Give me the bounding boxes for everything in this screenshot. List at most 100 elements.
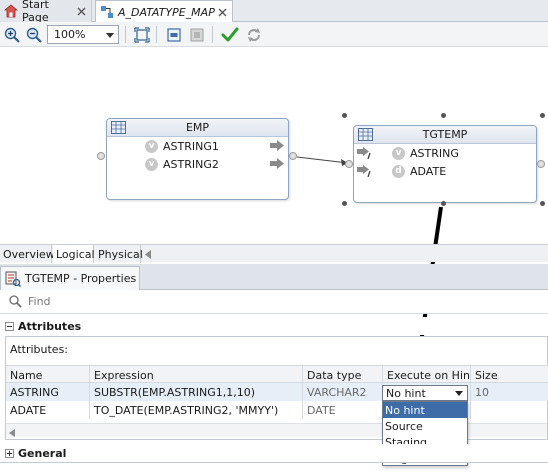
tab-label: A_DATATYPE_MAP bbox=[118, 5, 215, 19]
tab-logical[interactable]: Logical bbox=[53, 245, 95, 263]
input-port[interactable] bbox=[345, 160, 353, 168]
input-expression-icon bbox=[357, 147, 373, 162]
chevron-down-icon bbox=[106, 33, 114, 38]
source-datastore-emp[interactable]: EMP v ASTRING1 v ASTRING2 bbox=[106, 118, 289, 200]
validate-checkmark-icon[interactable] bbox=[220, 25, 239, 44]
mapping-canvas[interactable]: EMP v ASTRING1 v ASTRING2 TGTEMP v ASTRI… bbox=[0, 47, 548, 244]
tab-physical[interactable]: Physical bbox=[95, 245, 143, 263]
cell-datatype: VARCHAR2 bbox=[303, 383, 383, 401]
find-placeholder: Find bbox=[28, 295, 51, 308]
attribute-row[interactable]: v ASTRING2 bbox=[107, 155, 288, 173]
selection-handle[interactable] bbox=[441, 113, 446, 118]
close-icon[interactable] bbox=[217, 7, 228, 18]
hint-selected-value: No hint bbox=[386, 386, 426, 400]
attributes-label: Attributes: bbox=[10, 343, 69, 356]
toolbar-separator bbox=[125, 26, 126, 43]
cell-name[interactable]: ASTRING bbox=[6, 383, 90, 401]
diagram-view-tabs: Overview Logical Physical bbox=[0, 244, 548, 263]
datastore-name: TGTEMP bbox=[422, 128, 468, 141]
home-icon bbox=[4, 4, 18, 18]
column-header-execute-on-hint[interactable]: Execute on Hint bbox=[383, 366, 471, 384]
attribute-name: ASTRING bbox=[410, 146, 459, 160]
attribute-row[interactable]: v ASTRING bbox=[354, 144, 536, 162]
column-header-size[interactable]: Size bbox=[471, 366, 548, 384]
fit-to-window-icon[interactable] bbox=[132, 25, 151, 44]
refresh-icon bbox=[244, 25, 263, 44]
diagram-toolbar: 100% bbox=[0, 22, 548, 47]
search-icon bbox=[8, 295, 22, 309]
zoom-in-icon[interactable] bbox=[2, 25, 21, 44]
column-header-name[interactable]: Name bbox=[6, 366, 90, 384]
selection-handle[interactable] bbox=[540, 201, 545, 206]
table-grid-icon bbox=[111, 121, 126, 137]
table-grid-icon bbox=[358, 128, 373, 144]
properties-icon bbox=[5, 271, 21, 287]
mapping-icon bbox=[100, 5, 114, 19]
tab-label: Logical bbox=[56, 247, 95, 261]
attribute-row[interactable]: d ADATE bbox=[354, 162, 536, 180]
selection-handle[interactable] bbox=[540, 113, 545, 118]
zoom-out-icon[interactable] bbox=[24, 25, 43, 44]
input-port[interactable] bbox=[97, 152, 105, 160]
cell-size bbox=[471, 401, 548, 419]
execute-on-hint-select[interactable]: No hint bbox=[382, 385, 468, 401]
chevron-down-icon bbox=[455, 391, 463, 396]
tab-start-page[interactable]: Start Page bbox=[0, 0, 92, 24]
cell-expression[interactable]: TO_DATE(EMP.ASTRING2, 'MMYY') bbox=[90, 401, 303, 419]
close-icon[interactable] bbox=[76, 6, 87, 17]
toolbar-separator bbox=[156, 26, 157, 43]
output-arrow-icon bbox=[270, 158, 284, 172]
attribute-row[interactable]: v ASTRING1 bbox=[107, 137, 288, 155]
zoom-level-select[interactable]: 100% bbox=[47, 25, 119, 44]
input-expression-icon bbox=[357, 165, 373, 180]
tab-label: Physical bbox=[98, 247, 143, 261]
column-header-expression[interactable]: Expression bbox=[90, 366, 303, 384]
toolbar-separator bbox=[212, 26, 213, 43]
selection-handle[interactable] bbox=[441, 201, 446, 206]
target-datastore-tgtemp[interactable]: TGTEMP v ASTRING d ADATE bbox=[353, 125, 537, 203]
attribute-type-badge: v bbox=[392, 146, 405, 160]
attributes-section-header[interactable]: Attributes bbox=[0, 317, 548, 335]
scroll-left-arrow-icon[interactable] bbox=[145, 249, 151, 262]
editor-tab-bar: Start Page A_DATATYPE_MAP bbox=[0, 0, 548, 24]
cell-datatype: DATE bbox=[303, 401, 383, 419]
layout-icon[interactable] bbox=[164, 25, 183, 44]
panel-divider bbox=[0, 462, 548, 463]
cell-name[interactable]: ADATE bbox=[6, 401, 90, 419]
scroll-left-arrow-icon[interactable] bbox=[9, 427, 15, 440]
section-title: General bbox=[18, 446, 67, 460]
tab-overview[interactable]: Overview bbox=[0, 245, 55, 263]
attribute-type-badge: v bbox=[145, 139, 158, 153]
column-header-datatype[interactable]: Data type bbox=[303, 366, 383, 384]
section-title: Attributes bbox=[18, 319, 82, 333]
cell-expression[interactable]: SUBSTR(EMP.ASTRING1,1,10) bbox=[90, 383, 303, 401]
hint-option-no-hint[interactable]: No hint bbox=[383, 402, 467, 418]
properties-title: TGTEMP - Properties bbox=[25, 272, 137, 285]
output-arrow-icon bbox=[270, 140, 284, 154]
selection-handle[interactable] bbox=[342, 113, 347, 118]
hint-option-source[interactable]: Source bbox=[383, 418, 467, 434]
output-port[interactable] bbox=[289, 152, 297, 160]
datastore-header: TGTEMP bbox=[354, 126, 536, 144]
output-port[interactable] bbox=[537, 160, 545, 168]
cell-size: 10 bbox=[475, 385, 489, 399]
tab-datatype-map[interactable]: A_DATATYPE_MAP bbox=[95, 0, 233, 23]
properties-find-field[interactable]: Find bbox=[0, 290, 548, 314]
tab-tgtemp-properties[interactable]: TGTEMP - Properties bbox=[0, 266, 140, 290]
attribute-name: ASTRING1 bbox=[163, 139, 219, 153]
datastore-name: EMP bbox=[185, 121, 210, 134]
attribute-type-badge: d bbox=[392, 164, 405, 178]
table-header-row: Name Expression Data type Execute on Hin… bbox=[6, 365, 548, 384]
datastore-header: EMP bbox=[107, 119, 288, 137]
expand-icon[interactable] bbox=[5, 448, 14, 458]
auto-layout-icon bbox=[187, 25, 206, 44]
selection-handle[interactable] bbox=[342, 201, 347, 206]
attribute-name: ASTRING2 bbox=[163, 157, 219, 171]
attribute-type-badge: v bbox=[145, 157, 158, 171]
attribute-name: ADATE bbox=[410, 164, 447, 178]
properties-title-bar: TGTEMP - Properties bbox=[0, 264, 548, 290]
tab-label: Overview bbox=[3, 247, 55, 261]
general-section-header[interactable]: General bbox=[0, 444, 548, 462]
zoom-level-value: 100% bbox=[54, 28, 86, 41]
collapse-icon[interactable] bbox=[5, 321, 14, 331]
